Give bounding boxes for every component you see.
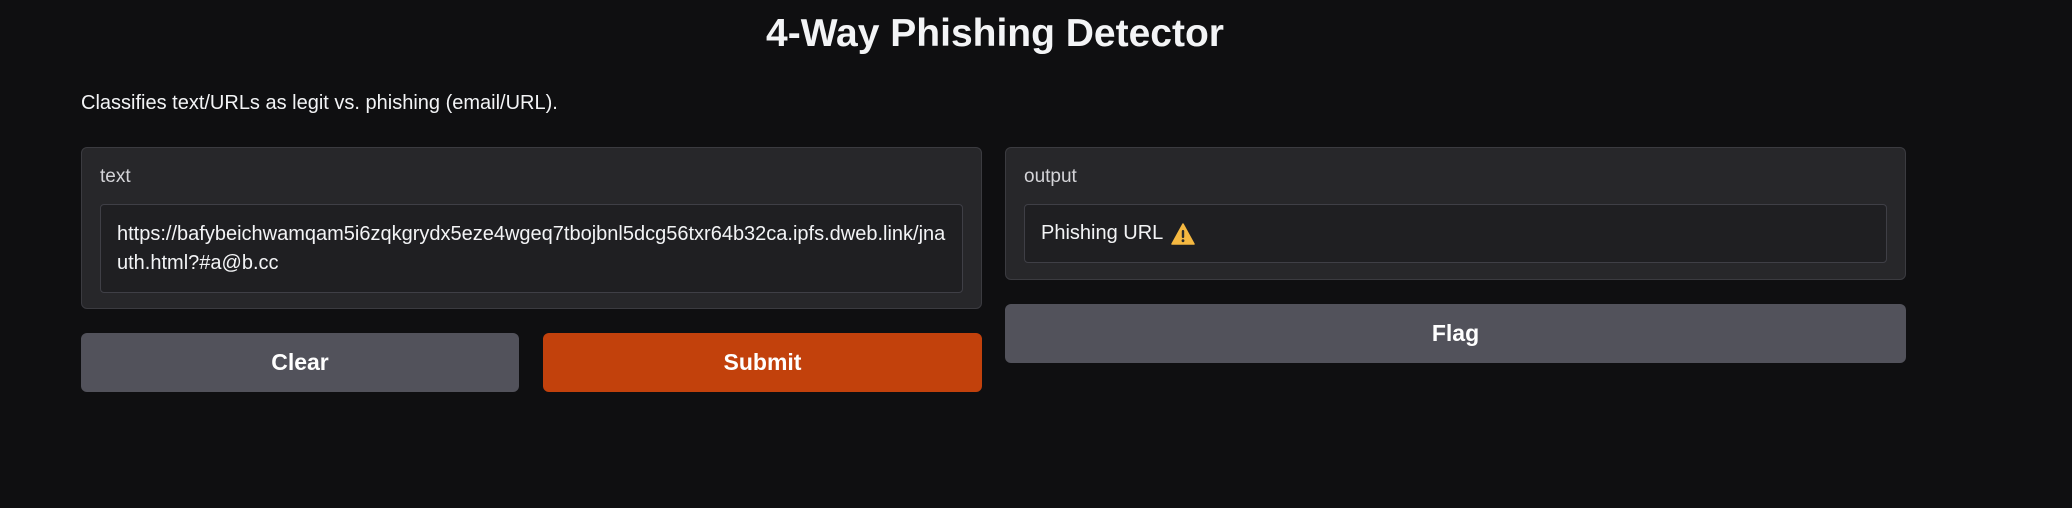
app-page: 4-Way Phishing Detector Classifies text/…: [0, 0, 2072, 508]
input-label: text: [100, 166, 131, 187]
page-description: Classifies text/URLs as legit vs. phishi…: [81, 92, 558, 114]
output-value: Phishing URL: [1041, 222, 1164, 244]
text-input[interactable]: https://bafybeichwamqam5i6zqkgrydx5eze4w…: [100, 204, 963, 293]
warning-icon: [1171, 222, 1196, 245]
input-panel: text https://bafybeichwamqam5i6zqkgrydx5…: [81, 147, 982, 309]
flag-button[interactable]: Flag: [1005, 304, 1906, 363]
output-panel: output Phishing URL: [1005, 147, 1906, 280]
page-title: 4-Way Phishing Detector: [766, 12, 1224, 55]
output-label: output: [1024, 166, 1077, 187]
output-field: Phishing URL: [1024, 204, 1887, 263]
clear-button[interactable]: Clear: [81, 333, 519, 392]
submit-button[interactable]: Submit: [543, 333, 982, 392]
